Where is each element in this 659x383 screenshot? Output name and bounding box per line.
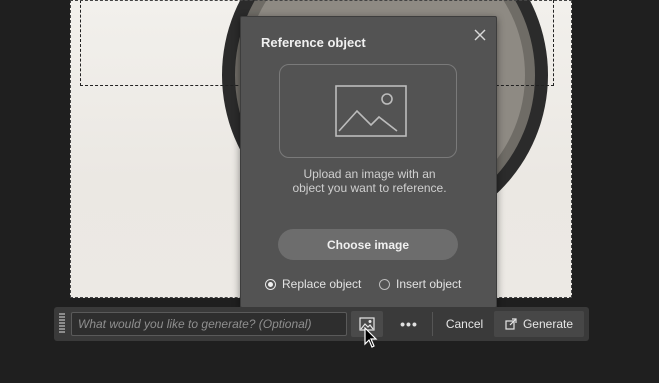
close-icon[interactable] — [472, 27, 488, 43]
cancel-button[interactable]: Cancel — [437, 311, 492, 337]
upload-instructions-line2: object you want to reference. — [292, 181, 447, 195]
generate-icon — [505, 318, 517, 330]
image-icon — [335, 85, 407, 137]
drag-handle[interactable] — [59, 313, 65, 335]
radio-button-checked[interactable] — [265, 278, 276, 290]
prompt-input[interactable] — [71, 312, 347, 336]
generate-label: Generate — [522, 317, 574, 331]
choose-image-button[interactable]: Choose image — [278, 229, 458, 260]
generate-button[interactable]: Generate — [494, 311, 584, 337]
more-options-button[interactable]: ••• — [390, 311, 428, 337]
radio-insert-object[interactable]: Insert object — [379, 277, 461, 291]
mouse-cursor-icon — [364, 327, 378, 348]
image-drop-zone[interactable] — [279, 64, 457, 158]
radio-label-insert: Insert object — [396, 277, 462, 291]
radio-replace-object[interactable]: Replace object — [265, 277, 361, 291]
divider — [432, 312, 433, 336]
radio-label-replace: Replace object — [282, 277, 362, 291]
reference-object-dialog: Reference object Upload an image with an… — [240, 16, 497, 308]
contextual-task-bar: ••• Cancel Generate — [54, 307, 589, 341]
upload-instructions: Upload an image with an object you want … — [241, 167, 498, 195]
radio-button-unchecked[interactable] — [379, 278, 390, 290]
dialog-title: Reference object — [261, 35, 366, 50]
upload-instructions-line1: Upload an image with an — [303, 167, 436, 181]
